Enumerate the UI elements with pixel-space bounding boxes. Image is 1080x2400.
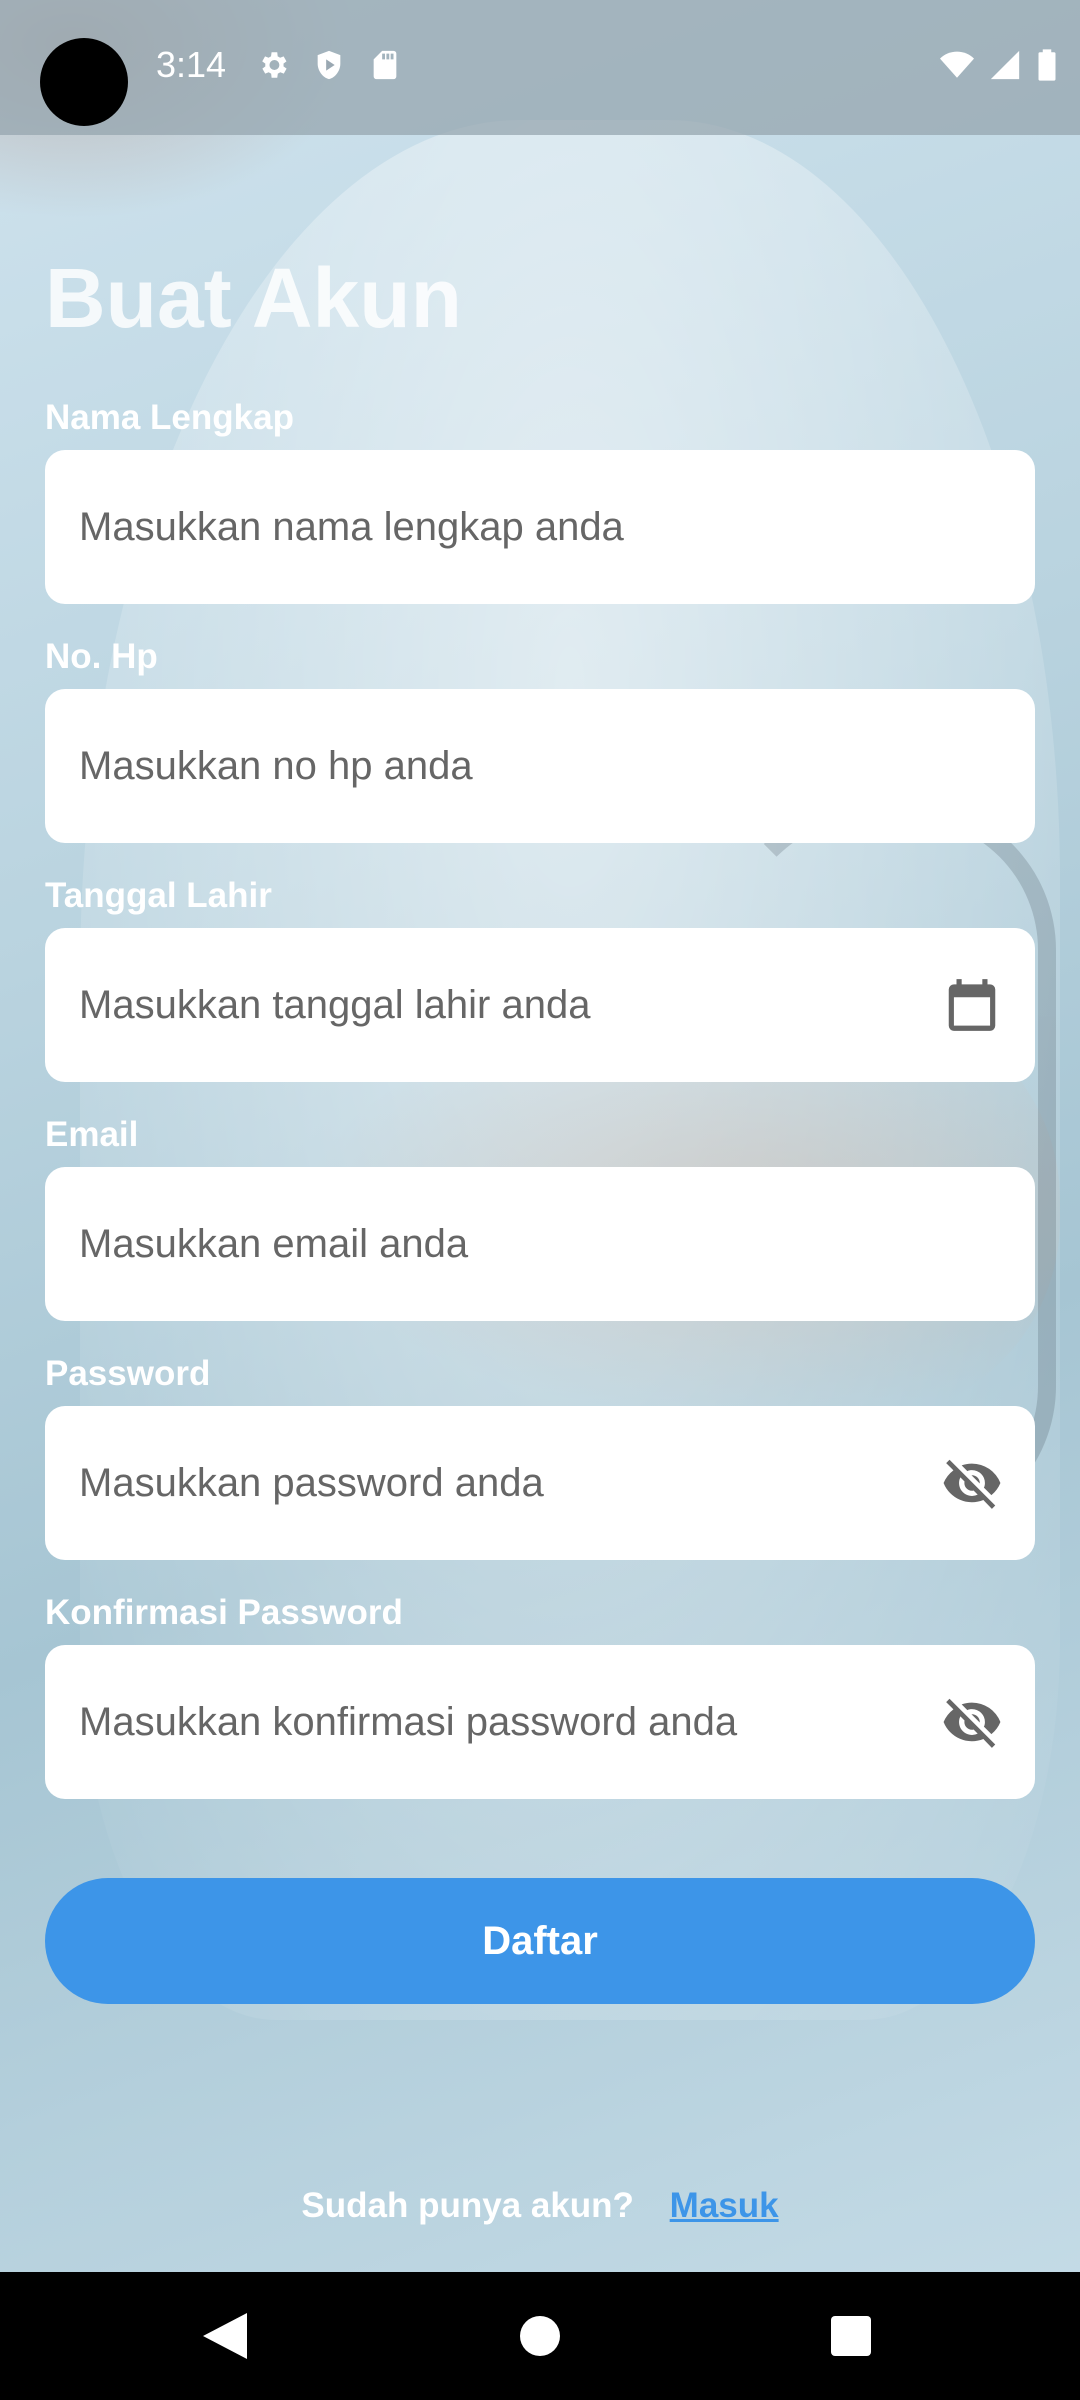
birth-date-input[interactable]: [77, 981, 941, 1029]
email-input[interactable]: [77, 1220, 1003, 1268]
phone-field-box[interactable]: [45, 689, 1035, 843]
login-prompt: Sudah punya akun? Masuk: [0, 2186, 1080, 2226]
gear-icon: [262, 52, 287, 78]
status-icons-right: [940, 48, 1058, 82]
full-name-label: Nama Lengkap: [45, 398, 294, 437]
page-title: Buat Akun: [45, 251, 462, 345]
password-label: Password: [45, 1354, 211, 1393]
password-input[interactable]: [77, 1459, 941, 1507]
full-name-field-box[interactable]: [45, 450, 1035, 604]
register-screen: 3:14 Buat Akun Nama Lengkap No. Hp Tangg…: [0, 0, 1080, 2400]
eye-off-icon[interactable]: [941, 1691, 1003, 1753]
eye-off-icon[interactable]: [941, 1452, 1003, 1514]
calendar-icon[interactable]: [941, 974, 1003, 1036]
birth-date-field-box[interactable]: [45, 928, 1035, 1082]
password-field-box[interactable]: [45, 1406, 1035, 1560]
back-button[interactable]: [165, 2272, 285, 2400]
home-button[interactable]: [480, 2272, 600, 2400]
confirm-password-input[interactable]: [77, 1698, 941, 1746]
confirm-password-label: Konfirmasi Password: [45, 1593, 403, 1632]
full-name-input[interactable]: [77, 503, 1003, 551]
status-time: 3:14: [156, 44, 227, 85]
camera-cutout: [40, 38, 128, 126]
status-icons-left: [256, 48, 402, 82]
shield-play-icon: [317, 50, 341, 80]
confirm-password-field-box[interactable]: [45, 1645, 1035, 1799]
register-button[interactable]: Daftar: [45, 1878, 1035, 2004]
email-label: Email: [45, 1115, 139, 1154]
birth-date-label: Tanggal Lahir: [45, 876, 272, 915]
email-field-box[interactable]: [45, 1167, 1035, 1321]
status-bar: 3:14: [0, 0, 1080, 135]
back-icon: [203, 2313, 247, 2359]
navigation-bar: [0, 2272, 1080, 2400]
wifi-icon: [940, 51, 974, 78]
signal-icon: [990, 50, 1020, 80]
recents-button[interactable]: [791, 2272, 911, 2400]
login-link[interactable]: Masuk: [670, 2186, 779, 2225]
login-prompt-text: Sudah punya akun?: [301, 2186, 634, 2225]
recents-icon: [831, 2316, 871, 2356]
battery-icon: [1038, 49, 1056, 81]
home-icon: [520, 2316, 560, 2356]
sd-card-icon: [373, 50, 397, 80]
phone-input[interactable]: [77, 742, 1003, 790]
phone-label: No. Hp: [45, 637, 158, 676]
